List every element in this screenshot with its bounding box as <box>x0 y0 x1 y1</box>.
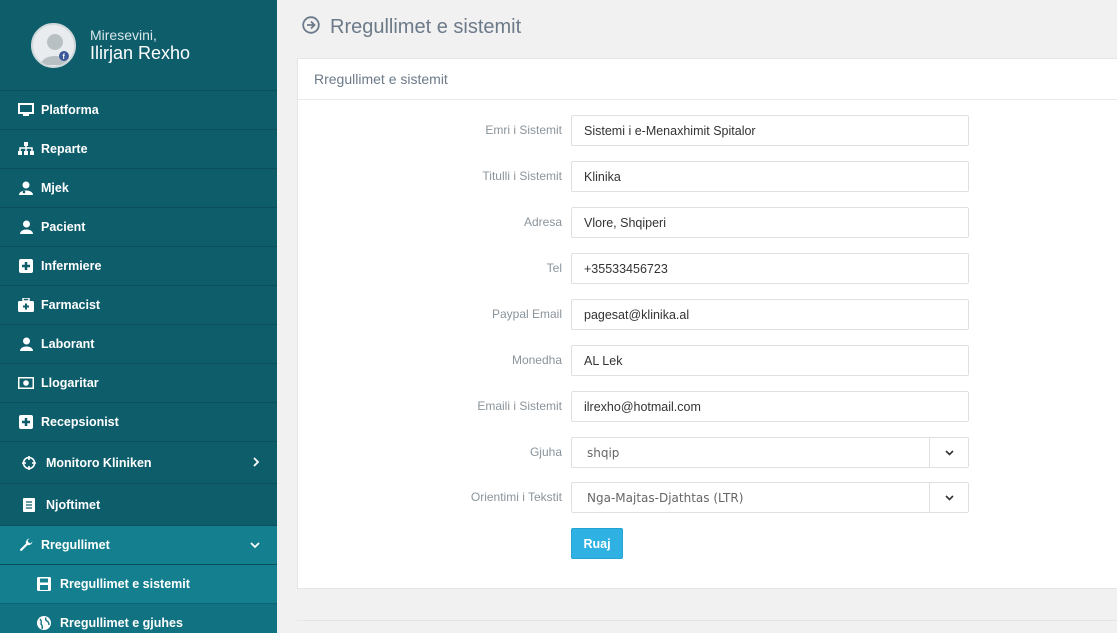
sidebar-item-label: Rregullimet <box>41 538 110 552</box>
sidebar-item-infermiere[interactable]: Infermiere <box>0 247 277 286</box>
chevron-right-icon <box>252 456 260 470</box>
globe-icon <box>36 615 52 631</box>
divider <box>297 620 1117 621</box>
user-icon <box>17 335 35 353</box>
save-button[interactable]: Ruaj <box>571 528 623 559</box>
field-label: Tel <box>546 261 562 275</box>
page-header: Rregullimet e sistemit <box>277 0 1117 55</box>
field-label: Titulli i Sistemit <box>482 169 562 183</box>
panel-title: Rregullimet e sistemit <box>298 59 1117 100</box>
form-row: Emri i Sistemit <box>298 115 1117 146</box>
settings-panel: Rregullimet e sistemit Emri i Sistemit T… <box>297 58 1117 589</box>
form-row: Emaili i Sistemit <box>298 391 1117 422</box>
sidebar-item-label: Laborant <box>41 337 95 351</box>
system-name-input[interactable] <box>571 115 969 146</box>
sidebar-item-label: Infermiere <box>41 259 102 273</box>
form-row: Gjuha shqip <box>298 437 1117 468</box>
plus-square-icon <box>17 257 35 275</box>
sidebar-subitem-rregullimet-e-gjuhes[interactable]: Rregullimet e gjuhes <box>0 604 277 633</box>
user-md-icon <box>17 179 35 197</box>
sidebar: f Miresevini, Ilirjan Rexho Platforma Re… <box>0 0 277 633</box>
arrow-circle-right-icon <box>302 16 320 39</box>
sidebar-item-rregullimet[interactable]: Rregullimet <box>0 526 277 565</box>
sidebar-item-llogaritar[interactable]: Llogaritar <box>0 364 277 403</box>
form-row: Titulli i Sistemit <box>298 161 1117 192</box>
sidebar-item-label: Njoftimet <box>46 497 101 512</box>
form-row: Monedha <box>298 345 1117 376</box>
sidebar-item-njoftimet[interactable]: Njoftimet <box>0 484 277 526</box>
paypal-email-input[interactable] <box>571 299 969 330</box>
sidebar-item-recepsionist[interactable]: Recepsionist <box>0 403 277 442</box>
system-title-input[interactable] <box>571 161 969 192</box>
user-profile: f Miresevini, Ilirjan Rexho <box>0 0 277 91</box>
select-value: shqip <box>587 445 620 460</box>
sidebar-item-reparte[interactable]: Reparte <box>0 130 277 169</box>
field-label: Paypal Email <box>491 307 562 321</box>
language-select[interactable]: shqip <box>571 437 969 468</box>
sidebar-subitem-label: Rregullimet e gjuhes <box>60 616 183 630</box>
chevron-down-icon <box>250 538 260 552</box>
user-name: Ilirjan Rexho <box>90 43 191 63</box>
medkit-icon <box>17 296 35 314</box>
form-row: Tel <box>298 253 1117 284</box>
system-email-input[interactable] <box>571 391 969 422</box>
sidebar-subitem-rregullimet-e-sistemit[interactable]: Rregullimet e sistemit <box>0 565 277 604</box>
crosshair-icon <box>20 454 38 472</box>
sidebar-item-label: Platforma <box>41 103 99 117</box>
main-content: Rregullimet e sistemit Rregullimet e sis… <box>277 0 1117 633</box>
sidebar-item-label: Monitoro Kliniken <box>46 455 152 470</box>
chevron-down-icon[interactable] <box>929 438 968 467</box>
sidebar-item-label: Llogaritar <box>41 376 99 390</box>
sidebar-item-label: Pacient <box>41 220 86 234</box>
greeting-text: Miresevini, <box>90 27 157 43</box>
select-value: Nga-Majtas-Djathtas (LTR) <box>587 490 744 505</box>
field-label: Gjuha <box>529 445 562 459</box>
form-row: Paypal Email <box>298 299 1117 330</box>
sidebar-subitem-label: Rregullimet e sistemit <box>60 577 190 591</box>
chevron-down-icon[interactable] <box>929 483 968 512</box>
sidebar-item-platforma[interactable]: Platforma <box>0 91 277 130</box>
sidebar-item-label: Recepsionist <box>41 415 119 429</box>
wrench-icon <box>17 536 35 554</box>
file-text-icon <box>20 496 38 514</box>
field-label: Emri i Sistemit <box>485 123 562 137</box>
sidebar-item-mjek[interactable]: Mjek <box>0 169 277 208</box>
plus-square-icon <box>17 413 35 431</box>
sidebar-item-label: Reparte <box>41 142 88 156</box>
form-row: Orientimi i Tekstit Nga-Majtas-Djathtas … <box>298 482 1117 513</box>
sitemap-icon <box>17 140 35 158</box>
avatar[interactable]: f <box>31 22 76 68</box>
sidebar-item-laborant[interactable]: Laborant <box>0 325 277 364</box>
form-row: Adresa <box>298 207 1117 238</box>
floppy-icon <box>36 576 52 592</box>
address-input[interactable] <box>571 207 969 238</box>
field-label: Orientimi i Tekstit <box>470 490 562 504</box>
monitor-icon <box>17 101 35 119</box>
sidebar-item-label: Farmacist <box>41 298 101 312</box>
sidebar-item-label: Mjek <box>41 181 69 195</box>
sidebar-item-pacient[interactable]: Pacient <box>0 208 277 247</box>
sidebar-item-farmacist[interactable]: Farmacist <box>0 286 277 325</box>
currency-input[interactable] <box>571 345 969 376</box>
money-icon <box>17 374 35 392</box>
text-direction-select[interactable]: Nga-Majtas-Djathtas (LTR) <box>571 482 969 513</box>
page-title: Rregullimet e sistemit <box>330 16 522 38</box>
phone-input[interactable] <box>571 253 969 284</box>
field-label: Adresa <box>523 215 562 229</box>
user-icon <box>17 218 35 236</box>
field-label: Emaili i Sistemit <box>477 399 562 413</box>
sidebar-item-monitoro-kliniken[interactable]: Monitoro Kliniken <box>0 442 277 484</box>
field-label: Monedha <box>511 353 562 367</box>
